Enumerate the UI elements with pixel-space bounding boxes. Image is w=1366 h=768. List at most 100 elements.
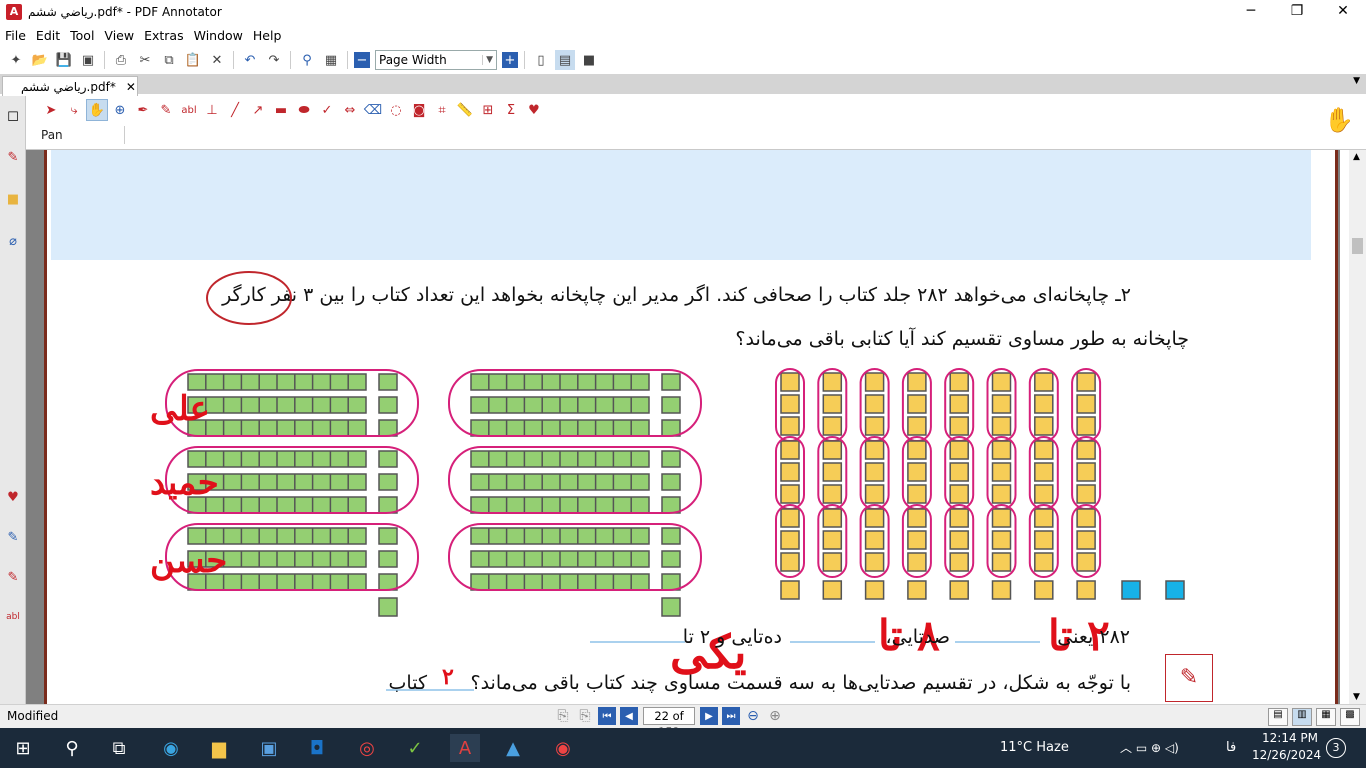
typewriter-icon[interactable]: abl xyxy=(178,99,200,121)
forward-icon[interactable]: ⊕ xyxy=(766,707,784,725)
vertical-scrollbar[interactable]: ▲ ▼ xyxy=(1349,150,1366,704)
notifications-badge[interactable]: 3 xyxy=(1326,738,1346,758)
menu-help[interactable]: Help xyxy=(248,28,287,43)
single-page-icon[interactable]: ▯ xyxy=(531,50,551,70)
file-explorer-icon[interactable]: ▆ xyxy=(204,734,234,762)
save-icon[interactable]: 💾 xyxy=(54,50,74,70)
next-page-icon[interactable]: ▶ xyxy=(700,707,718,725)
camera-icon[interactable]: ◙ xyxy=(408,99,430,121)
back-icon[interactable]: ⊖ xyxy=(744,707,762,725)
sigma-icon[interactable]: Σ xyxy=(500,99,522,121)
task-view-icon[interactable]: ⧉ xyxy=(104,734,134,762)
line-icon[interactable]: ╱ xyxy=(224,99,246,121)
text-box-icon[interactable]: abl xyxy=(4,608,22,626)
stamp-icon[interactable]: ⊥ xyxy=(201,99,223,121)
view-facing-icon[interactable]: ▦ xyxy=(1316,708,1336,726)
fit-page-icon[interactable]: ▤ xyxy=(555,50,575,70)
select-text-icon[interactable]: ⤷ xyxy=(63,99,85,121)
scroll-down-icon[interactable]: ▼ xyxy=(1353,692,1360,702)
search-icon[interactable]: ⚲ xyxy=(57,734,87,762)
edge-icon[interactable]: ◉ xyxy=(156,734,186,762)
checkbox-icon[interactable]: ☐ xyxy=(4,108,22,126)
cut-icon[interactable]: ✂ xyxy=(135,50,155,70)
paste-icon[interactable]: 📋 xyxy=(183,50,203,70)
crop-icon[interactable]: ⌗ xyxy=(431,99,453,121)
language-indicator[interactable]: فا xyxy=(1226,740,1236,755)
outlook-icon[interactable]: ◘ xyxy=(302,734,332,762)
full-screen-icon[interactable]: ■ xyxy=(579,50,599,70)
redo-icon[interactable]: ↷ xyxy=(264,50,284,70)
zoom-out-icon[interactable]: − xyxy=(354,52,370,68)
zoom-in-icon[interactable]: + xyxy=(502,52,518,68)
tab-list-icon[interactable]: ▼ xyxy=(1353,76,1360,86)
zoom-select[interactable]: Page Width ▼ xyxy=(375,50,497,70)
pan-icon[interactable]: ✋ xyxy=(86,99,108,121)
prev-page-icon[interactable]: ◀ xyxy=(620,707,638,725)
app-icon[interactable]: ✓ xyxy=(400,734,430,762)
menu-view[interactable]: View xyxy=(99,28,139,43)
open-folder-icon[interactable]: 📂 xyxy=(30,50,50,70)
copy-icon[interactable]: ⧉ xyxy=(159,50,179,70)
ruler-icon[interactable]: 📏 xyxy=(454,99,476,121)
save-as-icon[interactable]: ▣ xyxy=(78,50,98,70)
menu-extras[interactable]: Extras xyxy=(139,28,189,43)
measure-icon[interactable]: ⇔ xyxy=(339,99,361,121)
recorder-icon[interactable]: ◉ xyxy=(548,734,578,762)
pdf-annotator-taskbar-icon[interactable]: A xyxy=(450,734,480,762)
favorites-heart-icon[interactable]: ♥ xyxy=(523,99,545,121)
system-tray-icons[interactable]: ︿ ▭ ⊕ ◁) xyxy=(1120,739,1179,756)
zoom-tool-icon[interactable]: ⊕ xyxy=(109,99,131,121)
attachment-icon[interactable]: ⌀ xyxy=(4,232,22,250)
chrome-icon[interactable]: ◎ xyxy=(352,734,382,762)
arrow-icon[interactable]: ↗ xyxy=(247,99,269,121)
first-page-icon[interactable]: ⏮ xyxy=(598,707,616,725)
page-setup-icon[interactable]: ⎘ xyxy=(576,707,594,725)
highlighter-tool-icon[interactable]: ✎ xyxy=(155,99,177,121)
close-button[interactable]: ✕ xyxy=(1320,0,1366,24)
scroll-thumb[interactable] xyxy=(1352,238,1363,254)
pen-icon[interactable]: ✎ xyxy=(4,148,22,166)
checkmark-icon[interactable]: ✓ xyxy=(316,99,338,121)
weather-text[interactable]: 11°C Haze xyxy=(1000,740,1069,755)
view-single-icon[interactable]: ▤ xyxy=(1268,708,1288,726)
store-icon[interactable]: ▣ xyxy=(254,734,284,762)
clock-date[interactable]: 12/26/2024 xyxy=(1252,748,1321,762)
new-icon[interactable]: ✦ xyxy=(6,50,26,70)
scroll-up-icon[interactable]: ▲ xyxy=(1353,152,1360,162)
print-icon[interactable]: ⎙ xyxy=(111,50,131,70)
photos-icon[interactable]: ▲ xyxy=(498,734,528,762)
folder-icon[interactable]: ■ xyxy=(4,190,22,208)
ellipse-icon[interactable]: ⬬ xyxy=(293,99,315,121)
edit-pencil-button[interactable]: ✎ xyxy=(1165,654,1213,702)
delete-icon[interactable]: ✕ xyxy=(207,50,227,70)
document-tab[interactable]: رياضي ششم.pdf* ✕ xyxy=(2,76,138,96)
menu-tool[interactable]: Tool xyxy=(65,28,99,43)
view-continuous-icon[interactable]: ▥ xyxy=(1292,708,1312,726)
insert-image-icon[interactable]: ⊞ xyxy=(477,99,499,121)
close-tab-icon[interactable]: ✕ xyxy=(126,80,136,94)
eraser-icon[interactable]: ⌫ xyxy=(362,99,384,121)
select-icon[interactable]: ➤ xyxy=(40,99,62,121)
clock-time[interactable]: 12:14 PM xyxy=(1262,731,1318,745)
view-grid-icon[interactable]: ▩ xyxy=(1340,708,1360,726)
minimize-button[interactable]: ─ xyxy=(1228,0,1274,24)
heart-icon[interactable]: ♥ xyxy=(4,488,22,506)
pencil-icon[interactable]: ✎ xyxy=(4,528,22,546)
last-page-icon[interactable]: ⏭ xyxy=(722,707,740,725)
find-icon[interactable]: ⚲ xyxy=(297,50,317,70)
menu-window[interactable]: Window xyxy=(189,28,248,43)
menu-file[interactable]: File xyxy=(0,28,31,43)
hand-tool-icon[interactable]: ✋ xyxy=(1324,106,1354,134)
pen-tool-icon[interactable]: ✒ xyxy=(132,99,154,121)
highlighter-icon[interactable]: ✎ xyxy=(4,568,22,586)
lasso-icon[interactable]: ◌ xyxy=(385,99,407,121)
undo-icon[interactable]: ↶ xyxy=(240,50,260,70)
thumbnail-icon[interactable]: ▦ xyxy=(321,50,341,70)
pdf-page[interactable]: ۲ـ چاپخانه‌ای می‌خواهد ۲۸۲ جلد کتاب را ص… xyxy=(44,150,1338,704)
insert-page-icon[interactable]: ⎘ xyxy=(554,707,572,725)
maximize-button[interactable]: ❐ xyxy=(1274,0,1320,24)
start-icon[interactable]: ⊞ xyxy=(8,734,38,762)
page-number-field[interactable]: 22 of 152 xyxy=(643,707,695,739)
rectangle-icon[interactable]: ▬ xyxy=(270,99,292,121)
menu-edit[interactable]: Edit xyxy=(31,28,65,43)
